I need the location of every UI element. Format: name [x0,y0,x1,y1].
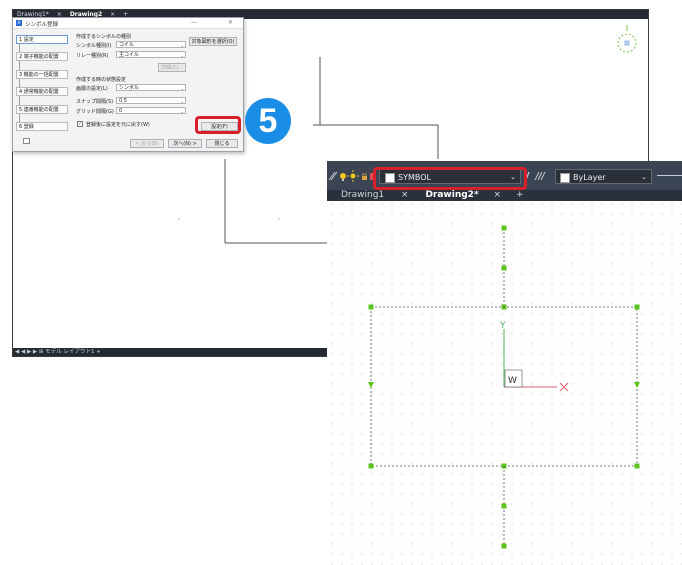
lineweight-preview[interactable] [657,175,682,176]
grip-handle[interactable] [501,543,507,549]
layer-setting-value: シンボル [119,85,140,91]
front-drawing-canvas[interactable]: Y W [327,201,682,565]
chevron-down-icon: ⌄ [641,173,647,181]
layer-match-icon[interactable] [534,171,546,181]
restore-settings-checkbox[interactable]: ✓ [77,121,83,127]
step-item-register[interactable]: 6 登録 [16,122,68,131]
app-logo-icon: A [16,20,22,26]
snap-spacing-label: スナップ間隔(S) [76,99,114,105]
layer-properties-icons[interactable] [327,161,377,190]
grip-handle[interactable] [368,463,374,469]
front-tab-drawing1[interactable]: Drawing1 [341,190,384,201]
settings-button-highlight [195,116,241,134]
color-swatch [560,173,570,183]
symbol-type-label: シンボル種別(I) [76,43,112,49]
viewcube-compass-icon[interactable] [617,25,637,53]
ucs-y-label: Y [499,321,506,331]
lightbulb-icon[interactable] [340,173,346,181]
step-item-bulk-placement[interactable]: 3 機能の一括配置 [16,70,68,79]
dialog-title-bar[interactable]: A シンボル登録 — ✕ [13,18,243,29]
front-tab-close-icon[interactable]: × [401,190,409,201]
create-symbol-group-label: 作成するシンボルの種別 [76,34,132,40]
chevron-down-icon: ⌄ [180,53,184,58]
close-icon[interactable]: ✕ [228,19,233,26]
grid-spacing-select[interactable]: 0 ⌄ [116,107,186,114]
layer-setting-label: 画層の設定(L) [76,86,108,92]
symbol-type-select[interactable]: コイル ⌄ [116,41,186,48]
snap-spacing-value: 0.5 [119,98,127,104]
select-target-figure-button[interactable]: 対象図形を選択(O) [189,37,237,46]
detail-button[interactable]: 詳細(E)... [158,63,186,72]
front-tab-bar: Drawing1 × Drawing2* × + [327,190,682,201]
grip-handle[interactable] [368,304,374,310]
front-drawing-window: SYMBOL ⌄ ByLayer ⌄ Drawing1 × Drawing2* … [327,161,682,565]
grid-spacing-value: 0 [119,108,123,114]
front-tab-add-icon[interactable]: + [516,190,524,201]
lock-icon[interactable] [362,173,367,180]
chevron-down-icon: ⌄ [180,109,184,114]
chevron-down-icon: ⌄ [180,43,184,48]
step-number-badge: 5 [245,98,291,144]
close-dialog-button[interactable]: 閉じる [206,139,238,148]
relay-type-value: 主コイル [119,52,140,58]
grip-handle[interactable] [634,304,640,310]
chevron-down-icon: ⌄ [180,99,184,104]
grid-spacing-label: グリッド間隔(G) [76,109,114,115]
dialog-title: シンボル登録 [25,22,59,28]
step-item-terminal-placement[interactable]: 2 端子機能の配置 [16,52,68,61]
front-tab-drawing2[interactable]: Drawing2* [425,190,478,201]
front-tab-close-icon[interactable]: × [494,190,502,201]
back-layout-status-bar[interactable]: ◀ ◀ ▶ ▶ ⊞ モデル レイアウト1 + [13,348,330,356]
symbol-type-value: コイル [119,42,135,48]
sun-freeze-icon[interactable] [347,170,359,182]
snap-spacing-select[interactable]: 0.5 ⌄ [116,97,186,104]
chevron-down-icon: ⌄ [180,86,184,91]
minimize-icon[interactable]: — [191,19,197,26]
next-button[interactable]: 次へ(N) > [168,139,202,148]
step-item-settings[interactable]: 1 設定 [16,35,68,44]
step-item-serial-placement[interactable]: 5 連番機能の配置 [16,105,68,114]
back-button[interactable]: < 戻る(B) [130,139,164,148]
relay-type-select[interactable]: 主コイル ⌄ [116,51,186,58]
grip-handle[interactable] [501,225,507,231]
restore-settings-label: 登録後に設定を元に戻す(W) [86,122,150,128]
relay-type-label: リレー種別(R) [76,53,109,59]
color-select[interactable]: ByLayer ⌄ [555,169,652,184]
layer-state-icon[interactable] [328,171,338,181]
step-item-normal-placement[interactable]: 4 通常機能の配置 [16,87,68,96]
color-value: ByLayer [573,173,606,182]
layer-match-icons[interactable] [523,161,553,190]
grip-handle[interactable] [634,463,640,469]
grip-handle[interactable] [501,503,507,509]
grip-handle[interactable] [501,265,507,271]
layer-select-highlight [373,167,527,190]
help-icon[interactable] [23,138,30,144]
ucs-w-label: W [508,376,517,386]
layer-setting-select[interactable]: シンボル ⌄ [116,84,186,91]
create-state-group-label: 作成する時の状態設定 [76,77,127,83]
